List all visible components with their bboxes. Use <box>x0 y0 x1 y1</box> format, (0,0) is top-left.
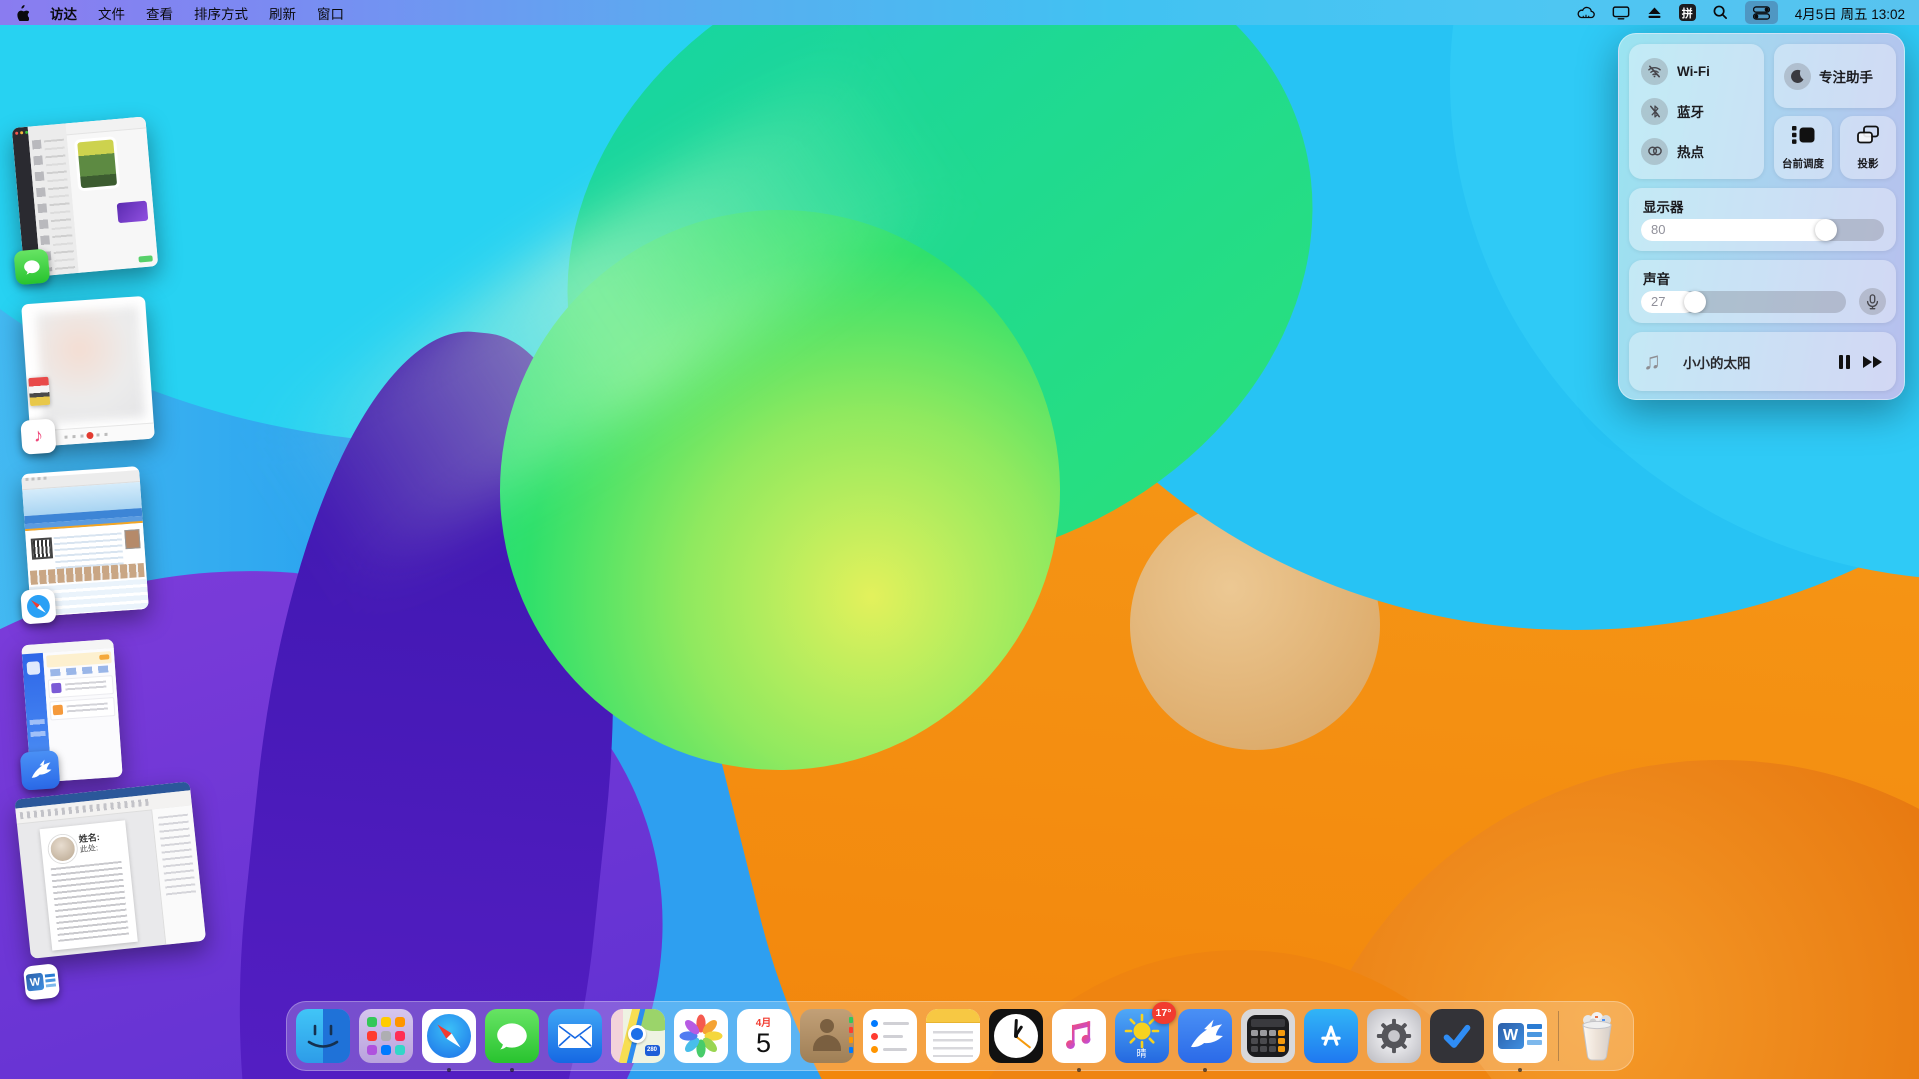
microphone-button[interactable] <box>1859 288 1886 315</box>
moon-icon <box>1784 63 1811 90</box>
display-card: 显示器 80 <box>1629 188 1896 251</box>
now-playing-card[interactable]: ♫ 小小的太阳 <box>1629 332 1896 391</box>
spotlight-search-icon[interactable] <box>1713 3 1728 22</box>
dock-weather-icon[interactable]: 晴 17° <box>1115 1009 1169 1063</box>
stage-manager-toggle[interactable]: 台前调度 <box>1774 116 1832 179</box>
wifi-toggle[interactable]: Wi-Fi <box>1629 51 1764 91</box>
word-window-thumbnail[interactable]: 姓名:此处: W <box>14 781 209 992</box>
display-slider-knob[interactable] <box>1815 219 1837 241</box>
word-badge-icon: W <box>23 963 60 1000</box>
maps-route-shield: 280 <box>645 1045 660 1056</box>
dock-reminders-icon[interactable] <box>863 1009 917 1063</box>
connectivity-card: Wi-Fi 蓝牙 热点 <box>1629 44 1764 179</box>
dock-tasks-icon[interactable] <box>1430 1009 1484 1063</box>
hotspot-link-icon <box>1641 138 1668 165</box>
sound-slider-knob[interactable] <box>1684 291 1706 313</box>
sound-card: 声音 27 <box>1629 260 1896 323</box>
menu-item-finder[interactable]: 访达 <box>50 3 77 23</box>
focus-label: 专注助手 <box>1819 66 1873 86</box>
bluetooth-toggle[interactable]: 蓝牙 <box>1629 91 1764 131</box>
hotspot-label: 热点 <box>1677 141 1704 161</box>
dock-photos-icon[interactable] <box>674 1009 728 1063</box>
bluetooth-label: 蓝牙 <box>1677 101 1704 121</box>
running-indicator <box>1518 1068 1522 1072</box>
cloud-status-icon[interactable] <box>1577 3 1595 22</box>
control-center-panel: Wi-Fi 蓝牙 热点 专注助手 <box>1618 33 1905 400</box>
dock: 280 4月 5 <box>286 1001 1634 1071</box>
screen-mirroring-label: 投影 <box>1858 156 1879 171</box>
stage-manager-icon <box>1791 124 1815 151</box>
weather-condition: 晴 <box>1115 1045 1169 1060</box>
thunder-window-thumbnail[interactable] <box>21 639 122 783</box>
safari-window-thumbnail[interactable] <box>21 466 149 617</box>
dock-safari-icon[interactable] <box>422 1009 476 1063</box>
stage-manager-label: 台前调度 <box>1782 156 1824 171</box>
display-value: 80 <box>1651 219 1665 241</box>
input-method-icon[interactable]: 拼 <box>1679 4 1696 21</box>
pause-button[interactable] <box>1839 355 1850 369</box>
menu-item-window[interactable]: 窗口 <box>317 3 344 23</box>
focus-toggle[interactable]: 专注助手 <box>1774 44 1896 108</box>
dock-settings-icon[interactable] <box>1367 1009 1421 1063</box>
dock-messages-icon[interactable] <box>485 1009 539 1063</box>
music-badge-icon: ♪ <box>20 418 56 454</box>
running-indicator <box>1077 1068 1081 1072</box>
calendar-month: 4月 <box>737 1014 791 1029</box>
desktop: 访达 文件 查看 排序方式 刷新 窗口 拼 4月5日 周五 13: <box>0 0 1919 1079</box>
now-playing-title: 小小的太阳 <box>1683 352 1839 372</box>
running-indicator <box>1203 1068 1207 1072</box>
music-window-thumbnail[interactable]: ♪ <box>21 296 155 447</box>
calendar-day: 5 <box>737 1029 791 1059</box>
display-brightness-slider[interactable]: 80 <box>1641 219 1884 241</box>
dock-finder-icon[interactable] <box>296 1009 350 1063</box>
dock-mail-icon[interactable] <box>548 1009 602 1063</box>
dock-notes-icon[interactable] <box>926 1009 980 1063</box>
next-track-button[interactable] <box>1863 356 1882 368</box>
word-letter: W <box>1498 1023 1524 1049</box>
thunder-badge-icon <box>20 750 61 791</box>
bluetooth-off-icon <box>1641 98 1668 125</box>
running-indicator <box>447 1068 451 1072</box>
hotspot-toggle[interactable]: 热点 <box>1629 131 1764 171</box>
eject-icon[interactable] <box>1647 3 1662 22</box>
dock-music-icon[interactable] <box>1052 1009 1106 1063</box>
dock-clock-icon[interactable] <box>989 1009 1043 1063</box>
menu-item-file[interactable]: 文件 <box>98 3 125 23</box>
dock-word-icon[interactable]: W <box>1493 1009 1547 1063</box>
dock-calculator-icon[interactable] <box>1241 1009 1295 1063</box>
dock-trash-icon[interactable] <box>1570 1009 1624 1063</box>
running-indicator <box>510 1068 514 1072</box>
menu-bar-clock[interactable]: 4月5日 周五 13:02 <box>1795 3 1905 23</box>
display-status-icon[interactable] <box>1612 3 1630 22</box>
safari-badge-icon <box>20 588 56 624</box>
wifi-off-icon <box>1641 58 1668 85</box>
weather-temp-badge: 17° <box>1152 1002 1176 1024</box>
menu-item-refresh[interactable]: 刷新 <box>269 3 296 23</box>
menu-bar: 访达 文件 查看 排序方式 刷新 窗口 拼 4月5日 周五 13: <box>0 0 1919 25</box>
menu-item-sort[interactable]: 排序方式 <box>194 3 248 23</box>
dock-thunder-icon[interactable] <box>1178 1009 1232 1063</box>
sound-value: 27 <box>1651 291 1665 313</box>
dock-contacts-icon[interactable] <box>800 1009 854 1063</box>
screen-mirroring-icon <box>1856 124 1880 151</box>
sound-label: 声音 <box>1643 268 1670 288</box>
music-note-icon: ♫ <box>1643 350 1661 374</box>
sound-volume-slider[interactable]: 27 <box>1641 291 1846 313</box>
screen-mirroring-toggle[interactable]: 投影 <box>1840 116 1896 179</box>
dock-launchpad-icon[interactable] <box>359 1009 413 1063</box>
apple-menu-icon[interactable] <box>14 3 29 22</box>
messages-badge-icon <box>13 248 50 285</box>
control-center-icon[interactable] <box>1745 1 1778 24</box>
dock-appstore-icon[interactable] <box>1304 1009 1358 1063</box>
wifi-label: Wi-Fi <box>1677 64 1710 79</box>
wechat-window-thumbnail[interactable] <box>12 116 159 277</box>
dock-divider <box>1558 1011 1559 1061</box>
menu-item-view[interactable]: 查看 <box>146 3 173 23</box>
display-label: 显示器 <box>1643 196 1684 216</box>
dock-calendar-icon[interactable]: 4月 5 <box>737 1009 791 1063</box>
dock-maps-icon[interactable]: 280 <box>611 1009 665 1063</box>
